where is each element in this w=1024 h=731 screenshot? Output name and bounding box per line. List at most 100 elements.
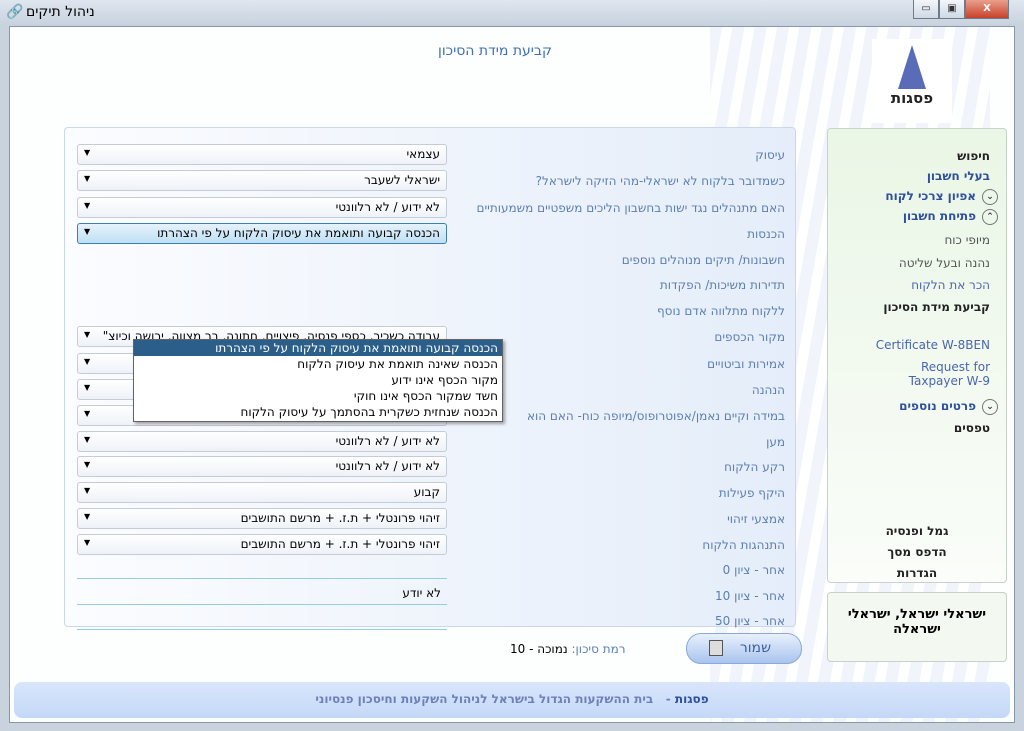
restore-button[interactable]: ▣ — [939, 0, 965, 19]
select-field[interactable]: הכנסה קבועה ותואמת את עיסוק הלקוח על פי … — [77, 223, 447, 244]
page-title: קביעת מידת הסיכון — [438, 43, 552, 59]
select-field[interactable]: ישראלי לשעבר ▼ — [77, 170, 447, 191]
field-label: אחר - ציון 0 — [722, 563, 785, 577]
field-label: במידה וקיים נאמן/אפוטרופוס/מיופה כוח- הא… — [526, 409, 785, 423]
field-label: מען — [766, 435, 785, 449]
sidebar-item-label: פתיחת חשבון — [902, 209, 976, 223]
sidebar-item-label: נהנה ובעל שליטה — [898, 256, 990, 270]
select-field[interactable]: לא ידוע / לא רלוונטי ▼ — [77, 197, 447, 218]
chevron-down-icon[interactable]: ⌄ — [982, 189, 998, 205]
sidebar-item-label: Request for Taxpayer W-9 — [908, 360, 990, 388]
select-field[interactable]: זיהוי פרונטלי + ת.ז. + מרשם התושבים ▼ — [77, 534, 447, 555]
text-input[interactable] — [77, 555, 447, 579]
sidebar-item-label: הדפס מסך — [887, 545, 947, 559]
field-label: אמצעי זיהוי — [727, 512, 785, 526]
dropdown-option[interactable]: חשד שמקור הכסף אינו חוקי — [134, 388, 502, 404]
text-input[interactable] — [77, 606, 447, 630]
field-label: אמירות וביטויים — [707, 357, 785, 371]
select-value: הכנסה קבועה ותואמת את עיסוק הלקוח על פי … — [157, 226, 440, 240]
select-value: עצמאי — [406, 147, 441, 161]
sidebar-item-label: בעלי חשבון — [926, 169, 990, 183]
select-field[interactable]: לא ידוע / לא רלוונטי ▼ — [77, 456, 447, 477]
dropdown-option[interactable]: הכנסה שאינה תואמת את עיסוק הלקוח — [134, 356, 502, 372]
sidebar-item[interactable]: קביעת מידת הסיכון — [880, 300, 990, 314]
footer-brand: פסגות — [674, 692, 709, 706]
sidebar-item-label: Certificate W-8BEN — [875, 338, 990, 352]
psagot-logo: פסגות — [872, 39, 952, 123]
minimize-button[interactable]: ▭ — [913, 0, 939, 19]
field-label: הכנסות — [747, 227, 785, 241]
risk-level: רמת סיכון: נמוכה - 10 — [510, 642, 626, 656]
sidebar-item[interactable]: פרטים נוספים ⌄ — [899, 399, 998, 415]
sidebar-item[interactable]: הדפס מסך — [828, 545, 1006, 559]
save-button[interactable]: שמור — [686, 633, 802, 664]
dropdown-option[interactable]: מקור הכסף אינו ידוע — [134, 372, 502, 388]
select-value: זיהוי פרונטלי + ת.ז. + מרשם התושבים — [240, 511, 440, 525]
sidebar-item[interactable]: טפסים — [954, 421, 990, 435]
sidebar-item-label: טפסים — [953, 421, 990, 435]
sidebar-item-label: גמל ופנסיה — [885, 524, 949, 538]
select-field[interactable]: קבוע ▼ — [77, 482, 447, 503]
dropdown-arrow-icon: ▼ — [84, 383, 91, 392]
sidebar-item[interactable]: חיפוש — [957, 149, 990, 163]
field-label: מקור הכספים — [714, 330, 785, 344]
field-label: אחר - ציון 10 — [714, 589, 785, 603]
logo-name: פסגות — [890, 89, 934, 107]
sidebar-item[interactable]: נהנה ובעל שליטה — [899, 256, 990, 270]
select-field[interactable]: זיהוי פרונטלי + ת.ז. + מרשם התושבים ▼ — [77, 508, 447, 529]
sidebar-item[interactable]: מיופי כוח — [944, 233, 990, 247]
sidebar-item[interactable]: בעלי חשבון — [927, 169, 990, 183]
field-label: התנהגות הלקוח — [702, 538, 785, 552]
field-label: תדירות משיכות/ הפקדות — [659, 278, 785, 292]
sidebar-item[interactable]: Request for Taxpayer W-9 — [880, 360, 990, 388]
sidebar-item-label: קביעת מידת הסיכון — [883, 300, 990, 314]
dropdown-arrow-icon: ▼ — [84, 148, 91, 157]
sidebar-item-label: מיופי כוח — [944, 233, 990, 247]
dropdown-arrow-icon: ▼ — [84, 201, 91, 210]
risk-level-label: רמת סיכון: — [571, 642, 626, 656]
window-title: ניהול תיקים — [26, 4, 95, 20]
risk-level-value: נמוכה - 10 — [510, 642, 568, 656]
select-field[interactable]: לא ידוע / לא רלוונטי ▼ — [77, 431, 447, 452]
dropdown-arrow-icon: ▼ — [84, 486, 91, 495]
link-icon: 🔗 — [6, 4, 24, 20]
dropdown-arrow-icon: ▼ — [84, 460, 91, 469]
select-value: קבוע — [413, 485, 440, 499]
sidebar-item[interactable]: פתיחת חשבון ⌃ — [902, 209, 998, 225]
field-label: עיסוק — [755, 148, 785, 162]
chevron-down-icon[interactable]: ⌄ — [982, 399, 998, 415]
risk-form: הכנסה קבועה ותואמת את עיסוק הלקוח על פי … — [64, 127, 796, 630]
footer-banner: פסגות - בית ההשקעות הגדול בישראל לניהול … — [14, 682, 1010, 718]
field-label: כשמדובר בלקוח לא ישראלי-מהי הזיקה לישראל… — [535, 174, 785, 188]
dropdown-arrow-icon: ▼ — [84, 174, 91, 183]
dropdown-option[interactable]: הכנסה קבועה ותואמת את עיסוק הלקוח על פי … — [134, 340, 502, 356]
sidebar-item-label: הכר את הלקוח — [911, 278, 990, 292]
sidebar-item-label: אפיון צרכי לקוח — [885, 189, 976, 203]
sidebar-item[interactable]: הגדרות — [828, 566, 1006, 580]
chevron-up-icon[interactable]: ⌃ — [982, 209, 998, 225]
select-value: לא ידוע / לא רלוונטי — [335, 200, 440, 214]
title-bar: 🔗 ניהול תיקים ▭ ▣ X — [0, 0, 1024, 26]
sidebar-item[interactable]: גמל ופנסיה — [828, 524, 1006, 538]
field-label: אחר - ציון 50 — [714, 614, 785, 628]
close-button[interactable]: X — [965, 0, 1009, 19]
floppy-disk-icon — [709, 640, 723, 656]
footer-tagline: בית ההשקעות הגדול בישראל לניהול השקעות ו… — [315, 692, 654, 706]
sidebar-item[interactable]: Certificate W-8BEN — [876, 338, 990, 352]
save-label: שמור — [739, 640, 771, 656]
dropdown-arrow-icon: ▼ — [84, 512, 91, 521]
main-window: קביעת מידת הסיכון פסגות הכנסה קבועה ותוא… — [9, 26, 1015, 723]
sidebar-item[interactable]: אפיון צרכי לקוח ⌄ — [885, 189, 998, 205]
select-value: לא ידוע / לא רלוונטי — [335, 459, 440, 473]
text-input[interactable]: לא יודע — [77, 581, 447, 605]
select-value: זיהוי פרונטלי + ת.ז. + מרשם התושבים — [240, 537, 440, 551]
sidebar-item[interactable]: הכר את הלקוח — [911, 278, 990, 292]
select-field[interactable]: עצמאי ▼ — [77, 144, 447, 165]
sidebar-item-label: הגדרות — [896, 566, 938, 580]
field-label: חשבונות/ תיקים מנוהלים נוספים — [621, 253, 785, 267]
client-name: ישראלי ישראל, ישראלי ישראלה — [827, 592, 1007, 662]
sidebar-item-label: חיפוש — [957, 149, 990, 163]
sidebar-item-label: פרטים נוספים — [899, 399, 976, 413]
income-dropdown-list[interactable]: הכנסה קבועה ותואמת את עיסוק הלקוח על פי … — [133, 339, 503, 422]
dropdown-option[interactable]: הכנסה שנחזית כשקרית בהסתמך על עיסוק הלקו… — [134, 404, 502, 420]
